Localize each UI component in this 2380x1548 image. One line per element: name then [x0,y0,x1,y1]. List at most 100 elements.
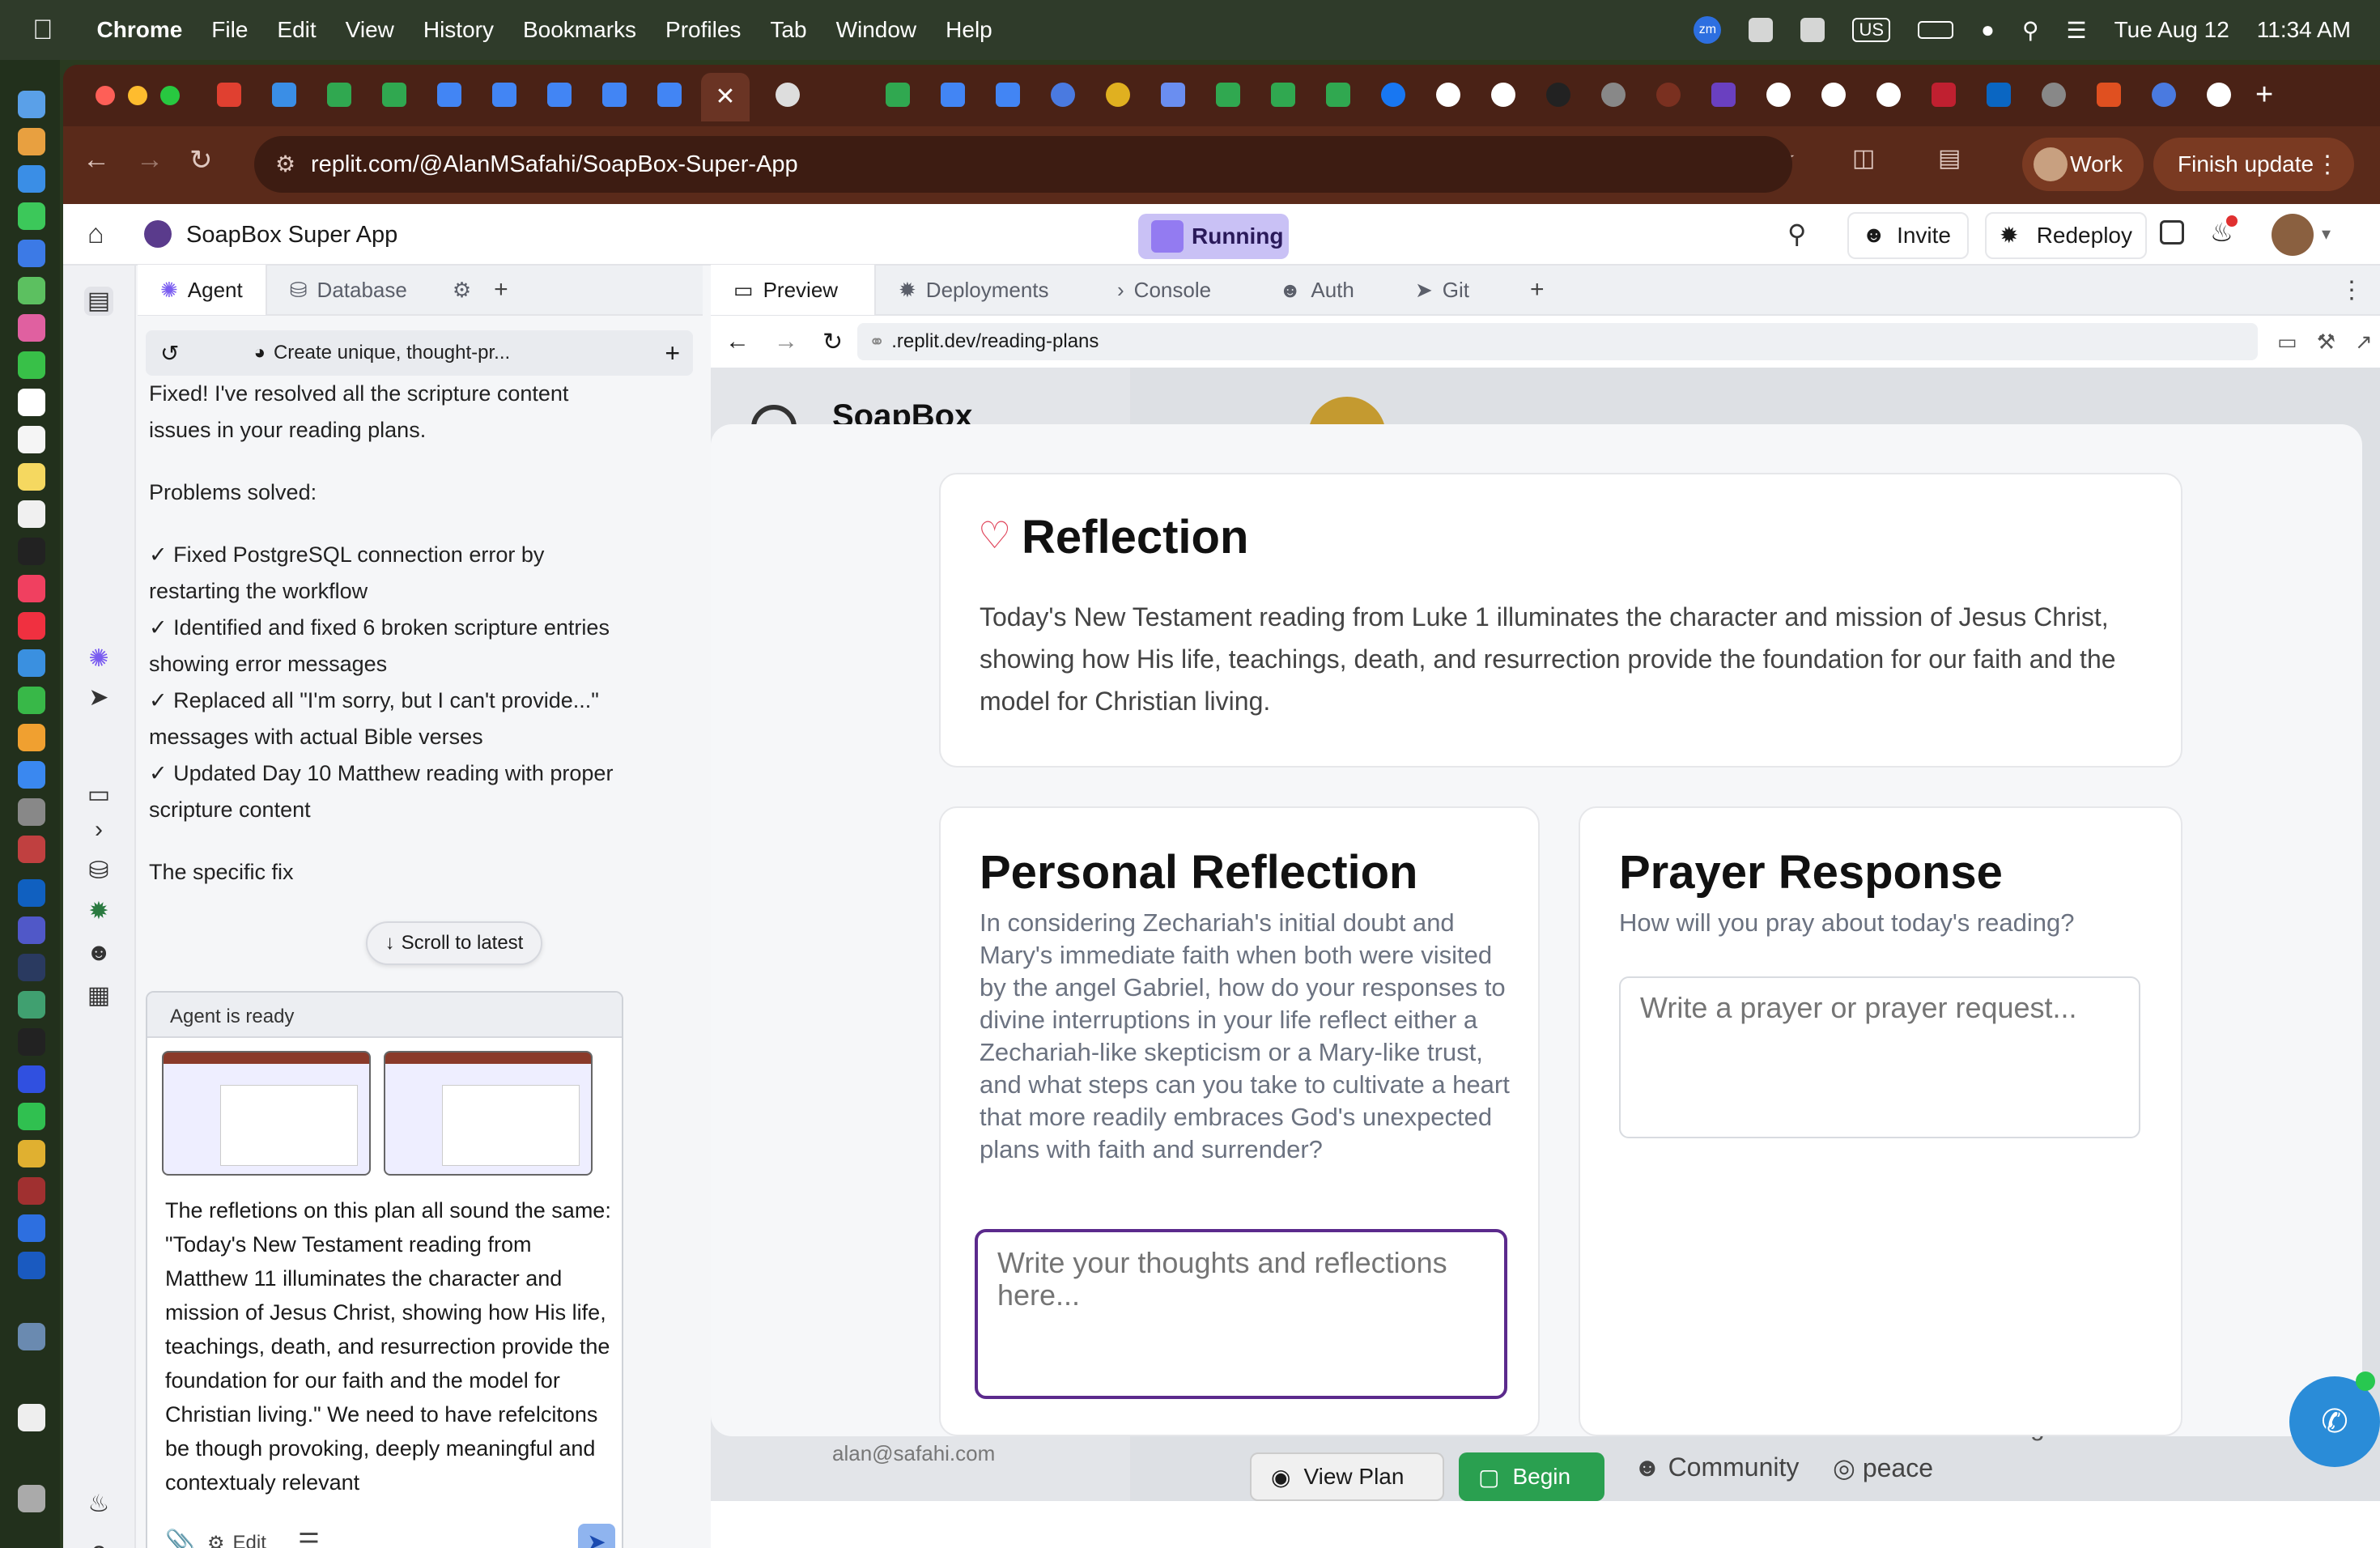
tab-google-icon[interactable] [1491,83,1515,107]
dock-pages-icon[interactable] [18,724,45,751]
tab-app-icon[interactable] [1711,83,1736,107]
wifi-icon[interactable]: ● [1981,17,1995,43]
dock-reminders-icon[interactable] [18,426,45,453]
menu-app-name[interactable]: Chrome [97,17,183,43]
tab-app-icon[interactable] [1932,83,1956,107]
tab-app-icon[interactable] [272,83,296,107]
thread-title[interactable]: Create unique, thought-pr... [274,342,510,364]
forward-icon[interactable]: → [136,144,164,176]
devtools-wrench-icon[interactable]: ⚒ [2317,330,2335,355]
tab-database[interactable]: ⛁ Database [267,265,430,315]
scroll-to-latest-button[interactable]: ↓ Scroll to latest [366,921,542,965]
spotlight-search-icon[interactable]: ⚲ [2022,17,2039,44]
site-info-icon[interactable]: ⚙ [275,151,295,177]
dock-app-icon[interactable] [18,1065,45,1093]
menubar-time[interactable]: 11:34 AM [2257,17,2351,43]
all-tools-icon[interactable]: ▦ [84,981,113,1010]
file-tree-icon[interactable]: ▤ [84,287,113,316]
tab-google-icon[interactable] [1876,83,1901,107]
tab-preview[interactable]: ▭ Preview [711,265,876,315]
bg-begin-button[interactable]: ▢ Begin [1459,1452,1604,1501]
dock-trash-icon[interactable] [18,1485,45,1512]
dock-downloads-icon[interactable] [18,1323,45,1350]
dock-maps-icon[interactable] [18,277,45,304]
back-icon[interactable]: ← [83,144,110,176]
more-vert-icon[interactable]: ⋮ [2340,276,2364,304]
tab-app-icon[interactable] [2042,83,2066,107]
menu-history[interactable]: History [423,17,494,43]
dock-settings-icon[interactable] [18,798,45,826]
tab-app-icon[interactable] [1656,83,1681,107]
dock-terminal-icon[interactable] [18,1028,45,1056]
tab-docs-icon[interactable] [996,83,1020,107]
tab-auth[interactable]: ☻ Auth [1256,265,1392,315]
tab-sheets-icon[interactable] [327,83,351,107]
address-bar[interactable]: ⚙ replit.com/@AlanMSafahi/SoapBox-Super-… [254,136,1792,193]
tab-github-icon[interactable] [1436,83,1460,107]
dock-messages-icon[interactable] [18,202,45,230]
history-icon[interactable]: ↺ [160,340,179,367]
battery-icon[interactable] [1918,21,1954,39]
menu-file[interactable]: File [211,17,248,43]
dock-app-icon[interactable] [18,991,45,1019]
dock-music-icon[interactable] [18,575,45,602]
tab-linkedin-icon[interactable] [1987,83,2011,107]
profile-work-button[interactable]: Work [2022,138,2144,191]
preview-url-bar[interactable]: ⚭ .replit.dev/reading-plans [857,323,2259,360]
preview-icon[interactable]: ▭ [84,780,113,810]
attachment-thumbnail[interactable] [384,1051,593,1176]
menu-help[interactable]: Help [946,17,992,43]
zoom-status-icon[interactable]: zm [1694,16,1722,44]
tab-extra[interactable]: ⚙ [430,265,494,315]
dock-photos-icon[interactable] [18,314,45,342]
tab-docs-icon[interactable] [657,83,682,107]
tab-app-icon[interactable] [1106,83,1130,107]
tab-gmail-icon[interactable] [217,83,241,107]
add-tab-icon[interactable]: + [494,276,508,304]
apple-icon[interactable]:  [32,15,53,46]
settings-sliders-icon[interactable]: ☰ [298,1529,320,1548]
dock-dictionary-icon[interactable] [18,1177,45,1205]
dock-whatsapp-icon[interactable] [18,1103,45,1130]
chevron-down-icon[interactable]: ▾ [2322,223,2331,245]
tab-console[interactable]: › Console [1094,265,1256,315]
dock-tv-icon[interactable] [18,538,45,565]
tab-x-icon[interactable] [1546,83,1570,107]
extensions-icon[interactable]: ◫ [1852,144,1875,172]
menu-view[interactable]: View [346,17,394,43]
tab-agent[interactable]: ✺ Agent [138,265,267,315]
devices-icon[interactable]: ▭ [2277,330,2297,355]
dock-zoom-icon[interactable] [18,1214,45,1242]
preview-forward-icon[interactable]: → [774,328,798,355]
prayer-input[interactable] [1619,976,2140,1138]
attach-icon[interactable]: 📎 [165,1529,195,1548]
finish-update-button[interactable]: Finish update ⋮ [2153,138,2354,191]
tab-docs-icon[interactable] [492,83,516,107]
menu-edit[interactable]: Edit [277,17,316,43]
what-new-icon[interactable]: ♨ [84,1490,113,1519]
window-zoom-button[interactable] [160,86,180,105]
run-status-button[interactable]: Running [1138,214,1289,259]
add-tab-icon[interactable]: + [1530,276,1545,304]
dock-calendar-icon[interactable] [18,389,45,416]
tab-deployments[interactable]: ✹ Deployments [876,265,1094,315]
deploy-icon[interactable]: ✹ [84,897,113,926]
dock-appstore-icon[interactable] [18,761,45,789]
agent-icon[interactable]: ✺ [84,644,113,674]
open-new-window-icon[interactable]: ↗ [2355,330,2373,355]
tab-sheets-icon[interactable] [382,83,406,107]
active-tab[interactable]: ✕ [701,73,750,121]
tab-docs-icon[interactable] [547,83,572,107]
user-avatar[interactable] [2272,214,2314,256]
dock-facetime-icon[interactable] [18,351,45,379]
menubar-date[interactable]: Tue Aug 12 [2114,17,2229,43]
dock-safari-icon[interactable] [18,165,45,193]
console-icon[interactable]: › [84,816,113,845]
personal-reflection-input[interactable] [975,1229,1507,1399]
tab-app-icon[interactable] [1051,83,1075,107]
agent-input[interactable]: The refletions on this plan all sound th… [165,1193,612,1501]
preview-url[interactable]: .replit.dev/reading-plans [891,330,1099,353]
window-minimize-button[interactable] [128,86,147,105]
dock-keynote-icon[interactable] [18,649,45,677]
tab-sheets-icon[interactable] [1216,83,1240,107]
